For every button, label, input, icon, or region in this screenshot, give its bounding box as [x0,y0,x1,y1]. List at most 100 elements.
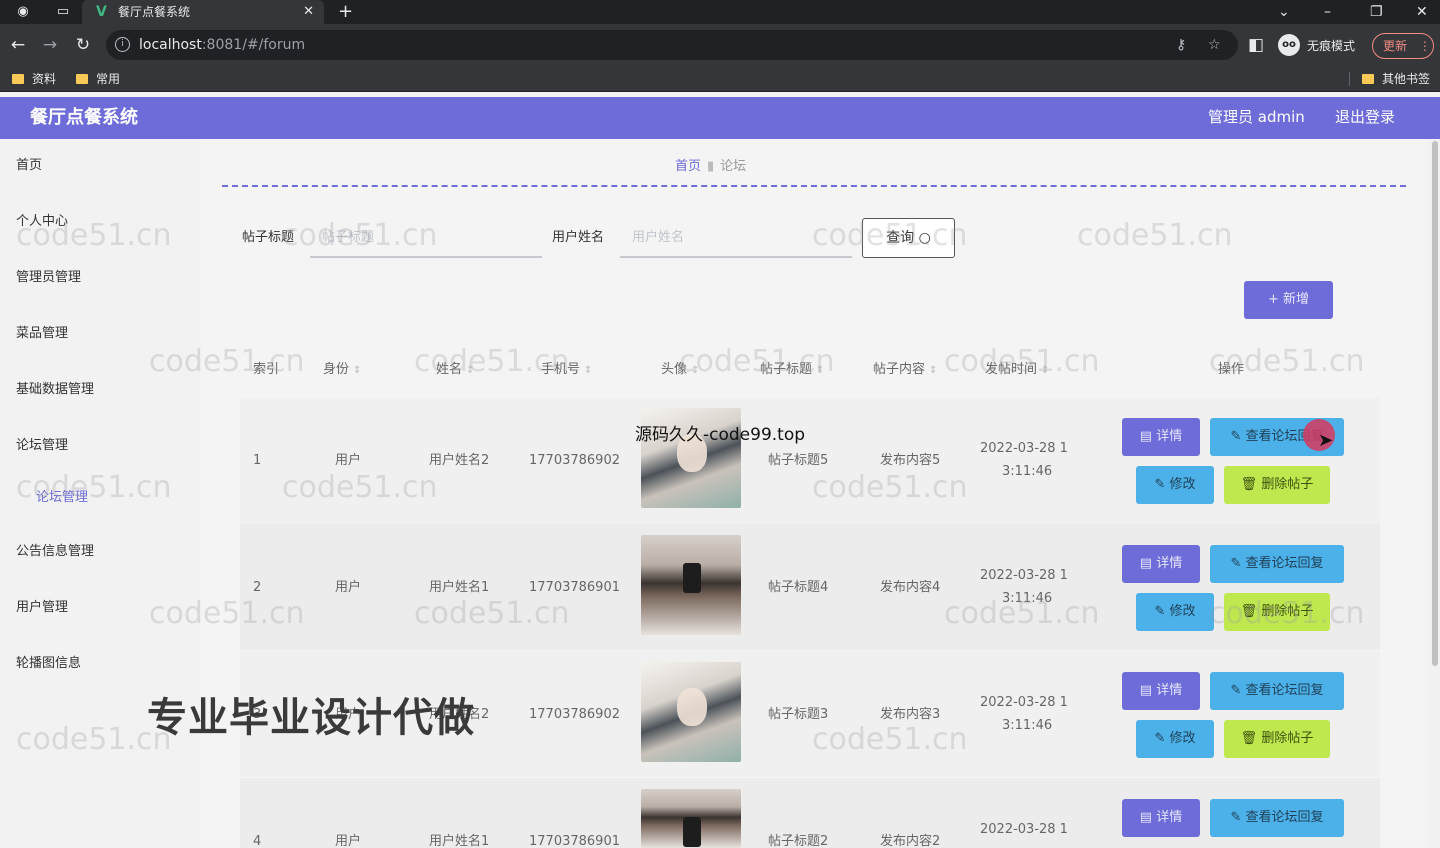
new-tab-icon[interactable]: + [338,1,353,23]
url-field[interactable]: i localhost:8081/#/forum ⚷ ☆ [106,30,1238,60]
cell-post-title: 帖子标题5 [768,453,829,468]
column-header-name[interactable]: 姓名 ⇕ [436,361,474,380]
view-replies-button[interactable]: ✎ 查看论坛回复 [1210,672,1344,710]
sidebar-item-profile[interactable]: 个人中心 [16,213,68,231]
view-replies-button[interactable]: ✎ 查看论坛回复 [1210,545,1344,583]
cell-name: 用户姓名2 [429,453,490,468]
scrollbar-thumb[interactable] [1432,141,1438,666]
vue-logo-icon: V [96,4,107,20]
sort-icon: ⇕ [584,365,593,376]
mouse-cursor-icon: ➤ [1318,430,1334,451]
delete-button[interactable]: 🗑 删除帖子 [1224,720,1330,758]
url-text: localhost:8081/#/forum [139,37,306,53]
cell-phone: 17703786901 [529,580,620,595]
sidebar-item-carousel[interactable]: 轮播图信息 [16,655,81,673]
cell-role: 用户 [335,834,362,848]
cell-time-date: 2022-03-28 1 [980,441,1068,456]
avatar [641,535,741,635]
bookmark-folder-2[interactable]: 常用 [76,71,120,87]
detail-button[interactable]: ▤ 详情 [1122,545,1200,583]
detail-button[interactable]: ▤ 详情 [1122,418,1200,456]
detail-button[interactable]: ▤ 详情 [1122,672,1200,710]
cell-post-content: 发布内容4 [880,580,941,595]
info-icon[interactable]: i [115,37,130,52]
bookmarks-bar: 资料 常用 其他书签 [0,66,1440,92]
delete-button[interactable]: 🗑 删除帖子 [1224,466,1330,504]
cell-role: 用户 [335,580,362,595]
reload-icon[interactable]: ↻ [72,34,94,56]
user-name-input[interactable] [620,218,852,258]
window-icon[interactable]: ▭ [55,4,71,20]
edit-button[interactable]: ✎ 修改 [1136,720,1214,758]
globe-icon[interactable]: ◉ [15,4,31,20]
browser-tab[interactable]: V 餐厅点餐系统 ✕ [82,0,324,24]
folder-icon [1362,74,1374,84]
cell-index: 1 [253,453,262,468]
column-header-avatar[interactable]: 头像 ⇕ [661,361,699,380]
sidebar-item-basic-data[interactable]: 基础数据管理 [16,381,94,399]
address-bar: ← → ↻ i localhost:8081/#/forum ⚷ ☆ ◧ oo … [0,24,1440,66]
avatar [641,662,741,762]
close-icon[interactable]: ✕ [303,3,314,21]
minimize-icon[interactable]: – [1324,2,1331,22]
sort-icon: ⇕ [466,365,475,376]
edit-icon: ✎ [1154,477,1166,492]
user-name-label: 用户姓名 [552,230,605,245]
window-close-icon[interactable]: ✕ [1416,2,1428,22]
post-title-input[interactable] [310,218,542,258]
column-header-post-title[interactable]: 帖子标题 ⇕ [760,361,824,380]
cell-post-content: 发布内容2 [880,834,941,848]
sidebar-item-users[interactable]: 用户管理 [16,599,68,617]
column-header-phone[interactable]: 手机号 ⇕ [541,361,592,380]
sidebar-item-notice[interactable]: 公告信息管理 [16,543,94,561]
column-header-post-content[interactable]: 帖子内容 ⇕ [873,361,937,380]
edit-icon: ✎ [1230,683,1242,698]
sidebar-item-home[interactable]: 首页 [16,157,42,175]
back-icon[interactable]: ← [7,34,29,56]
divider [222,185,1406,187]
edit-button[interactable]: ✎ 修改 [1136,466,1214,504]
incognito-label: 无痕模式 [1307,39,1356,53]
document-icon: ▤ [1139,810,1153,825]
sidebar-subitem-forum[interactable]: 论坛管理 [36,489,88,507]
delete-button[interactable]: 🗑 删除帖子 [1224,593,1330,631]
cell-time-date: 2022-03-28 1 [980,568,1068,583]
cell-index: 2 [253,580,262,595]
column-header-post-time[interactable]: 发帖时间 ⇕ [985,361,1049,380]
current-user: 管理员 admin [1208,108,1305,126]
forward-icon[interactable]: → [39,34,61,56]
cell-time-date: 2022-03-28 1 [980,822,1068,837]
query-button[interactable]: 查询 ○ [862,218,955,258]
edit-button[interactable]: ✎ 修改 [1136,593,1214,631]
update-button[interactable]: 更新 ⋮ [1372,33,1434,59]
restore-icon[interactable]: ❐ [1370,2,1383,22]
sidebar-item-forum[interactable]: 论坛管理 [16,437,68,455]
sidepanel-icon[interactable]: ◧ [1245,34,1267,56]
view-replies-button[interactable]: ✎ 查看论坛回复 [1210,799,1344,837]
detail-button[interactable]: ▤ 详情 [1122,799,1200,837]
column-header-role[interactable]: 身份 ⇕ [323,361,361,380]
chevron-down-icon[interactable]: ⌄ [1278,2,1290,22]
trash-icon: 🗑 [1240,604,1258,619]
avatar-phone [683,817,701,847]
cell-post-title: 帖子标题4 [768,580,829,595]
edit-icon: ✎ [1154,731,1166,746]
sidebar-item-admin[interactable]: 管理员管理 [16,269,81,287]
trash-icon: 🗑 [1240,477,1258,492]
column-header-index: 索引 [253,362,280,377]
scrollbar[interactable] [1430,139,1440,848]
logout-link[interactable]: 退出登录 [1335,107,1395,127]
breadcrumb-home[interactable]: 首页 [675,159,701,174]
cell-time-clock: 3:11:46 [1002,591,1053,606]
other-bookmarks[interactable]: 其他书签 [1362,71,1430,87]
app-title: 餐厅点餐系统 [30,107,138,128]
source-overlay-text: 源码久久-code99.top [635,425,806,445]
bookmark-folder-1[interactable]: 资料 [12,71,56,87]
sidebar-item-dishes[interactable]: 菜品管理 [16,325,68,343]
key-icon[interactable]: ⚷ [1176,36,1186,54]
cell-phone: 17703786902 [529,453,620,468]
edit-icon: ✎ [1230,810,1242,825]
sort-icon: ⇕ [691,365,700,376]
star-icon[interactable]: ☆ [1208,36,1221,54]
add-button[interactable]: + 新增 [1244,281,1333,319]
